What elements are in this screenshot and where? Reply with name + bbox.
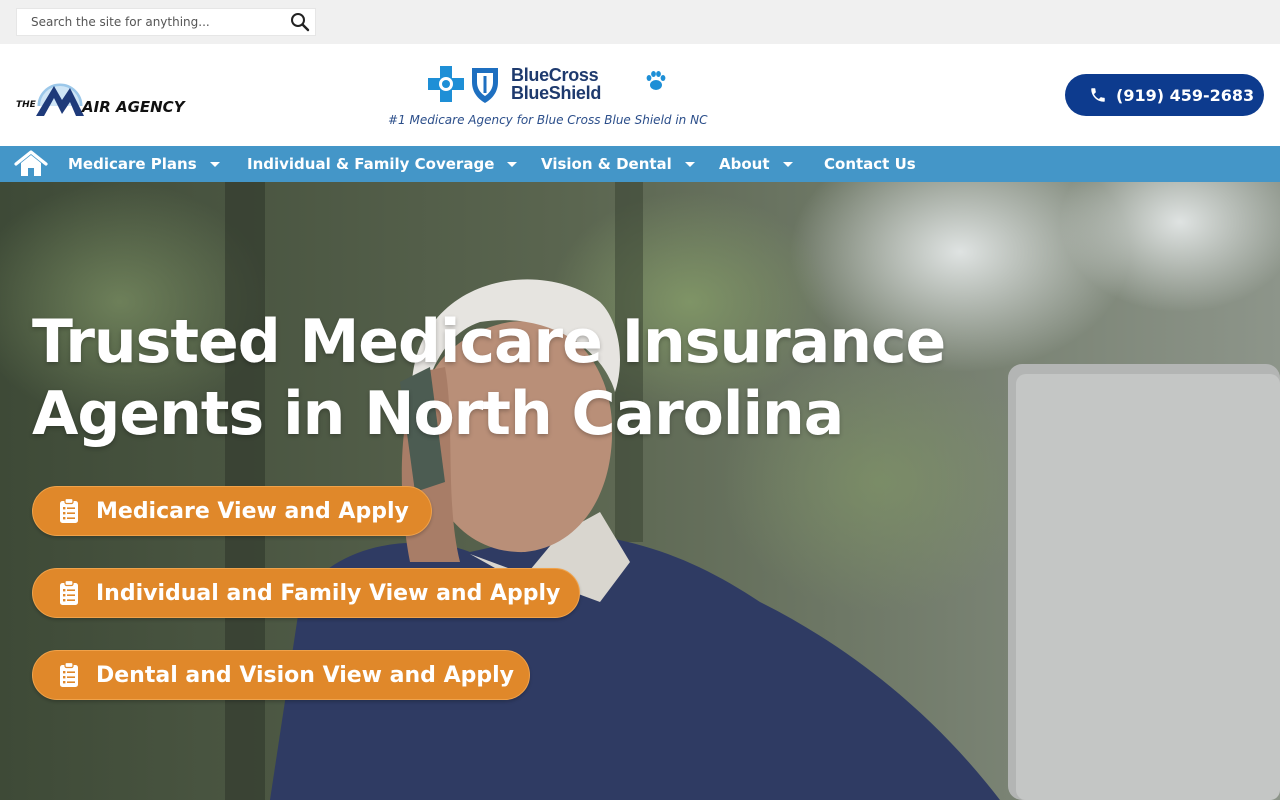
clipboard-icon	[60, 498, 78, 523]
chevron-down-icon	[209, 161, 220, 167]
search-form	[16, 8, 316, 36]
nav-individual-family-coverage[interactable]: Individual & Family Coverage	[247, 146, 518, 182]
tagline: #1 Medicare Agency for Blue Cross Blue S…	[388, 113, 708, 127]
paw-icon	[644, 70, 668, 92]
chevron-down-icon	[782, 161, 793, 167]
nav-medicare-plans[interactable]: Medicare Plans	[68, 146, 220, 182]
svg-text:AIR AGENCY: AIR AGENCY	[81, 98, 187, 116]
main-nav: Medicare Plans Individual & Family Cover…	[0, 146, 1280, 182]
bcbs-wordmark: BlueCross BlueShield	[511, 65, 602, 103]
phone-button[interactable]: (919) 459-2683	[1065, 74, 1264, 116]
chevron-down-icon	[507, 161, 518, 167]
svg-text:THE: THE	[16, 100, 37, 110]
clipboard-icon	[60, 662, 78, 687]
home-icon[interactable]	[14, 150, 48, 178]
dental-vision-apply-button[interactable]: Dental and Vision View and Apply	[32, 650, 530, 700]
nav-about[interactable]: About	[719, 146, 793, 182]
bluecross-blueshield-logo: BlueCross BlueShield	[426, 64, 676, 106]
clipboard-icon	[60, 580, 78, 605]
site-header: THE AIR AGENCY BlueCross BlueShield #1 M…	[0, 44, 1280, 146]
phone-icon	[1091, 88, 1105, 102]
hero-section: Trusted Medicare Insurance Agents in Nor…	[0, 182, 1280, 800]
search-input[interactable]	[17, 9, 287, 35]
phone-number: (919) 459-2683	[1116, 85, 1255, 105]
nav-contact-us[interactable]: Contact Us	[824, 146, 916, 182]
top-bar	[0, 0, 1280, 44]
chevron-down-icon	[684, 161, 695, 167]
medicare-apply-button[interactable]: Medicare View and Apply	[32, 486, 432, 536]
nav-vision-dental[interactable]: Vision & Dental	[541, 146, 695, 182]
individual-family-apply-button[interactable]: Individual and Family View and Apply	[32, 568, 580, 618]
mair-agency-logo[interactable]: THE AIR AGENCY	[16, 72, 198, 120]
hero-title: Trusted Medicare Insurance Agents in Nor…	[32, 307, 946, 449]
search-icon[interactable]	[289, 12, 311, 32]
